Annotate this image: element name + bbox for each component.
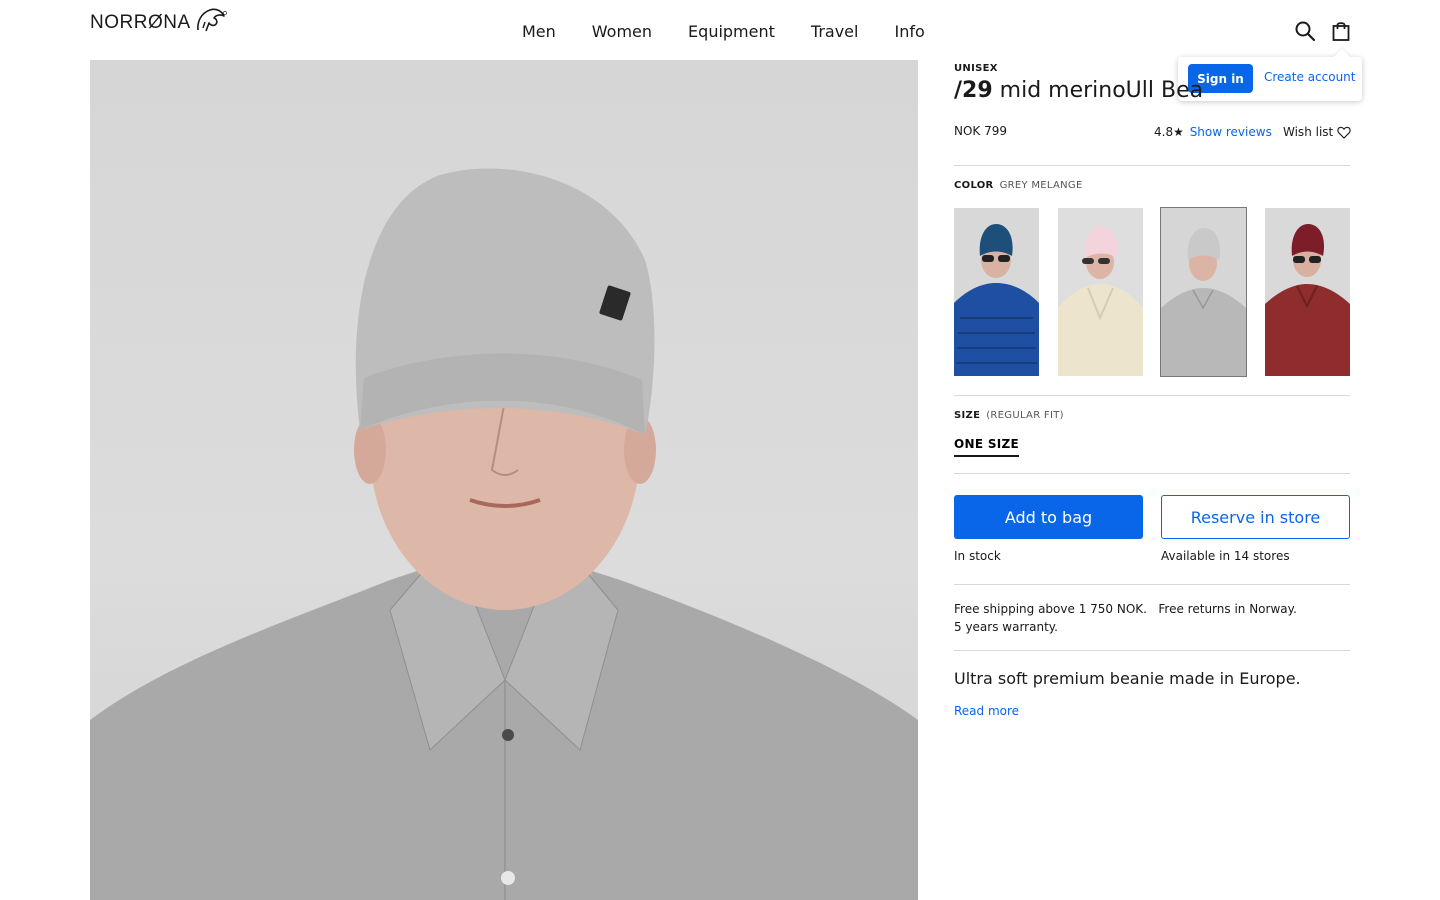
account-popover: Sign in Create account bbox=[1178, 57, 1362, 101]
stock-status: In stock bbox=[954, 549, 1001, 563]
divider bbox=[954, 584, 1350, 585]
nav-info[interactable]: Info bbox=[894, 22, 924, 41]
nav-men[interactable]: Men bbox=[522, 22, 556, 41]
product-title-number: /29 bbox=[954, 78, 993, 103]
nav-travel[interactable]: Travel bbox=[811, 22, 859, 41]
divider bbox=[954, 395, 1350, 396]
store-availability: Available in 14 stores bbox=[1161, 549, 1290, 563]
wish-list-label: Wish list bbox=[1283, 125, 1334, 139]
shopping-bag-icon[interactable] bbox=[1330, 20, 1352, 42]
product-description: Ultra soft premium beanie made in Europe… bbox=[954, 669, 1301, 688]
rating-value: 4.8 bbox=[1154, 125, 1174, 139]
rating-summary: 4.8★ Show reviews bbox=[1154, 125, 1272, 139]
color-swatch-red[interactable] bbox=[1265, 208, 1350, 376]
model-wearing-beanie-image bbox=[90, 168, 918, 900]
size-option-one-size[interactable]: ONE SIZE bbox=[954, 437, 1020, 457]
product-price: NOK 799 bbox=[954, 124, 1008, 138]
swatch-blue-image bbox=[954, 208, 1039, 376]
swatch-grey-image bbox=[1161, 208, 1246, 376]
wish-list-button[interactable]: Wish list bbox=[1283, 125, 1351, 139]
star-icon: ★ bbox=[1173, 125, 1184, 139]
swatch-pink-image bbox=[1058, 208, 1143, 376]
shipping-line: Free shipping above 1 750 NOK. Free retu… bbox=[954, 602, 1297, 616]
color-swatch-blue[interactable] bbox=[954, 208, 1039, 376]
nav-women[interactable]: Women bbox=[592, 22, 652, 41]
warranty-line: 5 years warranty. bbox=[954, 620, 1058, 634]
color-label-row: COLOR GREY MELANGE bbox=[954, 180, 1083, 191]
reserve-in-store-button[interactable]: Reserve in store bbox=[1161, 495, 1350, 539]
logo-wordmark: NORRØNA bbox=[90, 12, 191, 33]
color-swatches bbox=[954, 207, 1350, 377]
read-more-link[interactable]: Read more bbox=[954, 704, 1019, 718]
product-category: UNISEX bbox=[954, 63, 998, 74]
site-header: NORRØNA Men Women Equipment Travel Info bbox=[0, 0, 1440, 60]
show-reviews-link[interactable]: Show reviews bbox=[1190, 125, 1272, 139]
size-fit: (REGULAR FIT) bbox=[986, 410, 1064, 421]
brand-logo[interactable]: NORRØNA bbox=[90, 8, 227, 34]
size-label-row: SIZE (REGULAR FIT) bbox=[954, 410, 1064, 421]
divider bbox=[954, 473, 1350, 474]
add-to-bag-button[interactable]: Add to bag bbox=[954, 495, 1143, 539]
product-title-name: mid merinoUll Bea bbox=[992, 78, 1204, 103]
divider bbox=[954, 165, 1350, 166]
size-label: SIZE bbox=[954, 410, 981, 421]
logo-bird-icon bbox=[196, 8, 227, 32]
search-icon[interactable] bbox=[1294, 20, 1316, 42]
swatch-red-image bbox=[1265, 208, 1350, 376]
product-title: /29 mid merinoUll Bea bbox=[954, 78, 1203, 103]
shipping-info: Free shipping above 1 750 NOK. Free retu… bbox=[954, 600, 1297, 636]
create-account-link[interactable]: Create account bbox=[1264, 70, 1356, 84]
color-swatch-grey-melange[interactable] bbox=[1160, 207, 1247, 377]
divider bbox=[954, 650, 1350, 651]
color-label: COLOR bbox=[954, 180, 994, 191]
main-nav: Men Women Equipment Travel Info bbox=[522, 22, 925, 41]
color-swatch-pink[interactable] bbox=[1058, 208, 1143, 376]
nav-equipment[interactable]: Equipment bbox=[688, 22, 775, 41]
color-value: GREY MELANGE bbox=[999, 180, 1083, 191]
product-image[interactable] bbox=[90, 60, 918, 900]
heart-icon bbox=[1337, 126, 1351, 139]
